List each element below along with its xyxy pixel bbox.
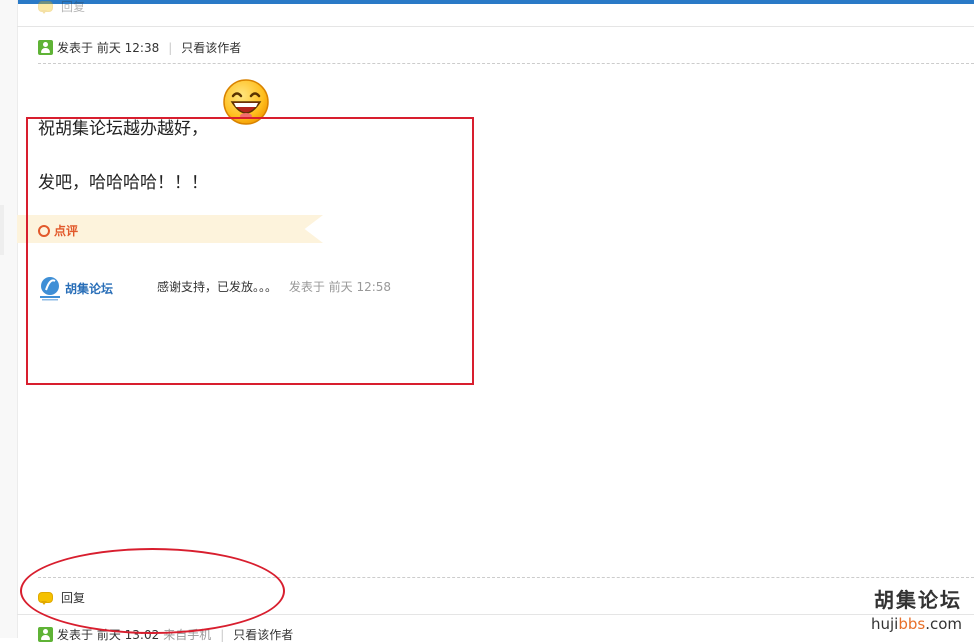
left-gutter — [0, 0, 18, 638]
watermark-url-start: huji — [870, 615, 899, 633]
post-meta: 发表于 前天 12:38 | 只看该作者 — [38, 39, 241, 56]
watermark-url: hujibbs.com — [871, 615, 962, 633]
author-icon — [38, 40, 53, 55]
meta-dashed-divider — [38, 63, 974, 64]
author-icon — [38, 627, 53, 642]
reply-link-previous[interactable]: 回复 — [38, 0, 85, 15]
top-accent-bar — [0, 0, 974, 4]
gutter-tab — [0, 205, 4, 255]
reply-label: 回复 — [61, 0, 86, 14]
watermark-url-accent: bbs — [898, 615, 926, 633]
post-time: 发表于 前天 12:38 — [57, 41, 160, 55]
annotation-rectangle — [26, 117, 474, 385]
annotation-ellipse — [20, 548, 285, 634]
post-divider — [17, 26, 974, 27]
site-watermark: 胡集论坛 hujibbs.com — [871, 584, 962, 633]
only-author-link[interactable]: 只看该作者 — [181, 39, 241, 56]
watermark-name: 胡集论坛 — [874, 588, 962, 612]
meta-separator: | — [168, 40, 173, 55]
meta-separator: | — [220, 627, 225, 642]
only-author-link[interactable]: 只看该作者 — [233, 626, 293, 643]
reply-bubble-icon — [38, 0, 53, 14]
watermark-url-end: .com — [925, 615, 962, 633]
